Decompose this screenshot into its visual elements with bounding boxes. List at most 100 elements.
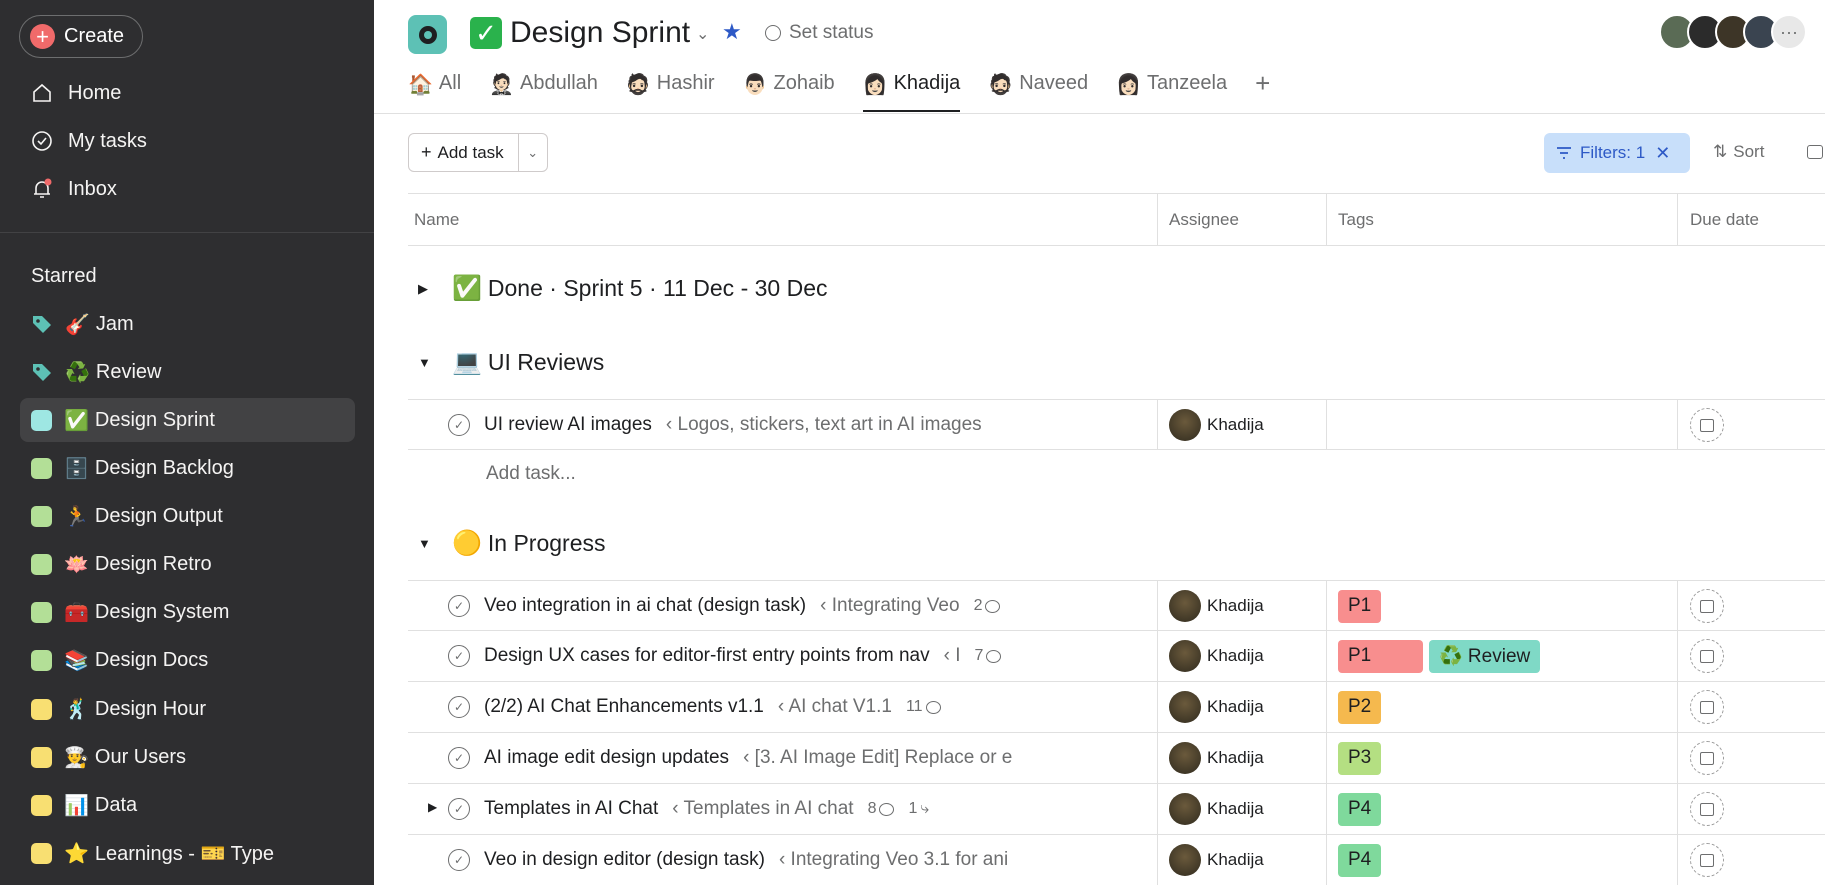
nav-home[interactable]: Home (30, 81, 121, 105)
sort-button[interactable]: ⇅ Sort (1713, 142, 1764, 162)
section-ui-reviews[interactable]: ▼ 💻 UI Reviews (418, 348, 604, 377)
task-name[interactable]: Veo integration in ai chat (design task) (484, 595, 806, 617)
tags-cell[interactable]: P1 (1338, 581, 1387, 631)
tags-cell[interactable]: P4 (1338, 835, 1387, 885)
table-row[interactable]: ✓ Veo integration in ai chat (design tas… (408, 580, 1825, 631)
due-date-picker[interactable] (1690, 589, 1724, 623)
table-row[interactable]: ✓ Design UX cases for editor-first entry… (408, 631, 1825, 682)
parent-task[interactable]: ‹ Integrating Veo (820, 595, 959, 617)
starred-item-learnings[interactable]: ⭐ Learnings - 🎫 Type (20, 831, 355, 875)
starred-item-jam[interactable]: 🎸 Jam (20, 302, 355, 346)
task-name[interactable]: Design UX cases for editor-first entry p… (484, 645, 930, 667)
due-date-picker[interactable] (1690, 792, 1724, 826)
starred-item-data[interactable]: 📊 Data (20, 783, 355, 827)
tab-khadija[interactable]: 👩🏻 Khadija (862, 72, 960, 112)
tab-all[interactable]: 🏠 All (408, 72, 461, 112)
comment-count[interactable]: 2 (974, 597, 1001, 615)
parent-task[interactable]: ‹ [3. AI Image Edit] Replace or e (743, 747, 1012, 769)
nav-my-tasks[interactable]: My tasks (30, 129, 147, 153)
comment-count[interactable]: 11 (906, 698, 941, 716)
chevron-down-icon[interactable]: ⌄ (519, 145, 547, 161)
add-task-button[interactable]: + Add task (409, 134, 519, 171)
subtask-count[interactable]: 1 ⤷ (908, 800, 929, 818)
complete-check-icon[interactable]: ✓ (448, 849, 470, 871)
assignee-cell[interactable]: Khadija (1169, 733, 1264, 783)
column-assignee[interactable]: Assignee (1163, 194, 1239, 246)
tab-tanzeela[interactable]: 👩🏻 Tanzeela (1116, 72, 1227, 112)
table-row[interactable]: ✓ UI review AI images ‹ Logos, stickers,… (408, 399, 1825, 450)
comment-count[interactable]: 7 (975, 647, 1002, 665)
assignee-cell[interactable]: Khadija (1169, 581, 1264, 631)
filters-button[interactable]: Filters: 1 ✕ (1544, 133, 1690, 173)
table-row[interactable]: ✓ (2/2) AI Chat Enhancements v1.1 ‹ AI c… (408, 682, 1825, 733)
due-date-picker[interactable] (1690, 639, 1724, 673)
assignee-cell[interactable]: Khadija (1169, 682, 1264, 732)
column-name[interactable]: Name (408, 194, 459, 246)
tags-cell[interactable]: P4 (1338, 784, 1387, 834)
options-icon[interactable] (1807, 145, 1823, 159)
due-date-picker[interactable] (1690, 690, 1724, 724)
assignee-cell[interactable]: Khadija (1169, 400, 1264, 450)
tab-naveed[interactable]: 🧔🏻 Naveed (988, 72, 1088, 112)
parent-task[interactable]: ‹ Logos, stickers, text art in AI images (666, 414, 982, 436)
starred-item-design-sprint[interactable]: ✅ Design Sprint (20, 398, 355, 442)
parent-task[interactable]: ‹ AI chat V1.1 (778, 696, 892, 718)
task-name[interactable]: AI image edit design updates (484, 747, 729, 769)
task-name[interactable]: UI review AI images (484, 414, 652, 436)
comment-count[interactable]: 8 (868, 800, 895, 818)
assignee-cell[interactable]: Khadija (1169, 835, 1264, 885)
tab-hashir[interactable]: 🧔🏻 Hashir (626, 72, 715, 112)
table-row[interactable]: ✓ Veo in design editor (design task) ‹ I… (408, 835, 1825, 885)
create-button[interactable]: + Create (19, 15, 143, 58)
assignee-cell[interactable]: Khadija (1169, 784, 1264, 834)
task-name[interactable]: Templates in AI Chat (484, 798, 658, 820)
section-done[interactable]: ▶ ✅ Done · Sprint 5 · 11 Dec - 30 Dec (418, 274, 828, 303)
caret-down-icon[interactable]: ▼ (418, 355, 438, 370)
parent-task[interactable]: ‹ Integrating Veo 3.1 for ani (779, 849, 1008, 871)
close-icon[interactable]: ✕ (1655, 143, 1670, 164)
starred-item-design-backlog[interactable]: 🗄️ Design Backlog (20, 446, 355, 490)
task-name[interactable]: (2/2) AI Chat Enhancements v1.1 (484, 696, 764, 718)
due-date-picker[interactable] (1690, 408, 1724, 442)
caret-right-icon[interactable]: ▶ (418, 281, 438, 297)
tags-cell[interactable]: P3 (1338, 733, 1387, 783)
caret-down-icon[interactable]: ▼ (418, 536, 438, 551)
starred-item-our-users[interactable]: 👨‍🍳 Our Users (20, 735, 355, 779)
complete-check-icon[interactable]: ✓ (448, 595, 470, 617)
star-icon[interactable]: ★ (722, 19, 742, 45)
project-title[interactable]: ✓ Design Sprint (470, 16, 690, 50)
starred-item-design-docs[interactable]: 📚 Design Docs (20, 638, 355, 682)
starred-item-design-system[interactable]: 🧰 Design System (20, 590, 355, 634)
table-row[interactable]: ✓ AI image edit design updates ‹ [3. AI … (408, 733, 1825, 784)
project-icon[interactable] (408, 15, 447, 54)
parent-task[interactable]: ‹ Templates in AI chat (672, 798, 853, 820)
table-row[interactable]: ▶ ✓ Templates in AI Chat ‹ Templates in … (408, 784, 1825, 835)
starred-item-review[interactable]: ♻️ Review (20, 350, 355, 394)
add-tab-plus-icon[interactable]: + (1255, 68, 1270, 108)
complete-check-icon[interactable]: ✓ (448, 414, 470, 436)
complete-check-icon[interactable]: ✓ (448, 645, 470, 667)
column-tags[interactable]: Tags (1332, 194, 1374, 246)
chevron-down-icon[interactable]: ⌄ (696, 24, 709, 44)
parent-task[interactable]: ‹ I (944, 645, 961, 667)
add-task-inline[interactable]: Add task... (486, 463, 576, 485)
caret-right-icon[interactable]: ▶ (428, 800, 437, 814)
complete-check-icon[interactable]: ✓ (448, 747, 470, 769)
starred-item-design-output[interactable]: 🏃 Design Output (20, 494, 355, 538)
tab-zohaib[interactable]: 👨🏻 Zohaib (743, 72, 835, 112)
set-status-button[interactable]: Set status (765, 22, 874, 44)
nav-inbox[interactable]: Inbox (30, 177, 117, 201)
complete-check-icon[interactable]: ✓ (448, 798, 470, 820)
due-date-picker[interactable] (1690, 741, 1724, 775)
tags-cell[interactable]: P2 (1338, 682, 1387, 732)
task-name[interactable]: Veo in design editor (design task) (484, 849, 765, 871)
assignee-cell[interactable]: Khadija (1169, 631, 1264, 681)
complete-check-icon[interactable]: ✓ (448, 696, 470, 718)
column-due-date[interactable]: Due date (1684, 194, 1759, 246)
tags-cell[interactable]: P1 ♻️ Review (1338, 631, 1546, 681)
due-date-picker[interactable] (1690, 843, 1724, 877)
tab-abdullah[interactable]: 🤵🏻 Abdullah (489, 72, 598, 112)
starred-item-design-hour[interactable]: 🕺 Design Hour (20, 687, 355, 731)
section-in-progress[interactable]: ▼ 🟡 In Progress (418, 529, 606, 558)
members-avatars[interactable]: ··· (1659, 14, 1807, 50)
